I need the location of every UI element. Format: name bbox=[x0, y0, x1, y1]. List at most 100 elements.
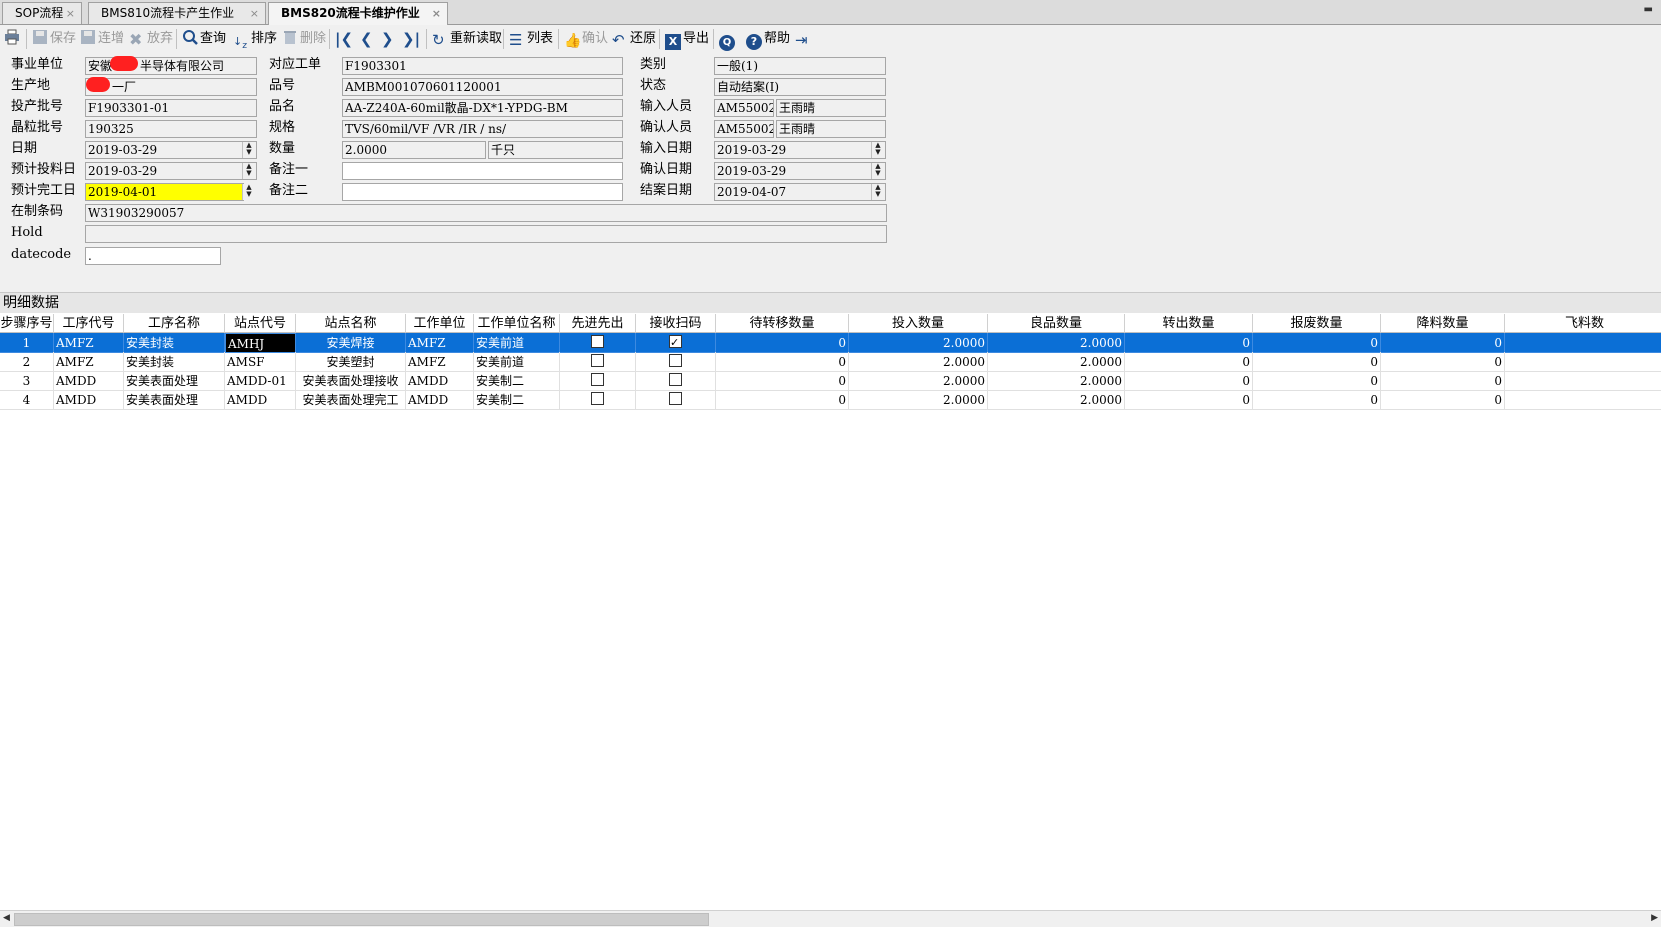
cell-proc-code[interactable]: AMFZ bbox=[54, 352, 124, 372]
datecode-input[interactable]: . bbox=[85, 247, 221, 265]
confirm-button[interactable]: 👍确认 bbox=[564, 29, 608, 49]
exit-button[interactable]: ⇥ bbox=[795, 29, 813, 49]
cell-scrap[interactable]: 0 bbox=[1253, 352, 1381, 372]
cell-scrap[interactable]: 0 bbox=[1253, 371, 1381, 391]
header-col-scan[interactable]: 接收扫码 bbox=[636, 314, 716, 333]
cell-proc-name[interactable]: 安美封装 bbox=[124, 352, 225, 372]
last-record-button[interactable]: ❯| bbox=[402, 29, 420, 49]
table-row[interactable]: 4 AMDD 安美表面处理 AMDD 安美表面处理完工 AMDD 安美制二 0 2.0000 2.… bbox=[0, 390, 1661, 410]
cell-unit[interactable]: AMFZ bbox=[406, 333, 474, 353]
cell-out[interactable]: 0 bbox=[1125, 333, 1253, 353]
header-col-out[interactable]: 转出数量 bbox=[1125, 314, 1253, 333]
cell-step[interactable]: 3 bbox=[0, 371, 54, 391]
cell-station-name[interactable]: 安美焊接 bbox=[296, 333, 406, 353]
remark1-input[interactable] bbox=[342, 162, 623, 180]
cell-out[interactable]: 0 bbox=[1125, 390, 1253, 410]
cell-station-name[interactable]: 安美塑封 bbox=[296, 352, 406, 372]
hold-field[interactable] bbox=[85, 225, 887, 243]
add-button[interactable]: 连增 bbox=[80, 29, 124, 49]
plan-finish-spinner[interactable]: ▲ ▼ bbox=[242, 184, 255, 200]
input-date-spinner[interactable]: ▲ ▼ bbox=[871, 142, 884, 158]
cell-good[interactable]: 2.0000 bbox=[988, 333, 1125, 353]
date-spinner[interactable]: ▲ ▼ bbox=[242, 142, 255, 158]
cell-station-code[interactable]: AMDD bbox=[225, 390, 296, 410]
restore-button[interactable]: ↶ 还原 bbox=[612, 29, 656, 49]
cell-input[interactable]: 2.0000 bbox=[849, 371, 988, 391]
cell-pending[interactable]: 0 bbox=[716, 390, 849, 410]
header-col-proc-code[interactable]: 工序代号 bbox=[54, 314, 124, 333]
scan-checkbox[interactable] bbox=[669, 392, 682, 405]
cell-proc-code[interactable]: AMDD bbox=[54, 371, 124, 391]
cell-pending[interactable]: 0 bbox=[716, 352, 849, 372]
wip-code-field[interactable]: W31903290057 bbox=[85, 204, 887, 222]
cell-scrap[interactable]: 0 bbox=[1253, 390, 1381, 410]
remark2-input[interactable] bbox=[342, 183, 623, 201]
cell-good[interactable]: 2.0000 bbox=[988, 352, 1125, 372]
cell-down[interactable]: 0 bbox=[1381, 390, 1505, 410]
header-col-station-code[interactable]: 站点代号 bbox=[225, 314, 296, 333]
close-icon[interactable]: × bbox=[66, 3, 75, 24]
cell-unit-name[interactable]: 安美制二 bbox=[474, 371, 560, 391]
tab-bms810[interactable]: BMS810流程卡产生作业 × bbox=[88, 2, 266, 24]
cell-step[interactable]: 2 bbox=[0, 352, 54, 372]
cell-station-code[interactable]: AMHJ bbox=[225, 333, 296, 353]
list-button[interactable]: ☰ 列表 bbox=[509, 29, 553, 49]
reload-button[interactable]: ↻ 重新读取 bbox=[432, 29, 502, 49]
next-record-button[interactable]: ❯ bbox=[381, 29, 394, 49]
header-col-scrap[interactable]: 报废数量 bbox=[1253, 314, 1381, 333]
fifo-checkbox[interactable] bbox=[591, 373, 604, 386]
cell-input[interactable]: 2.0000 bbox=[849, 390, 988, 410]
header-col-unit[interactable]: 工作单位 bbox=[406, 314, 474, 333]
sort-button[interactable]: ↓z 排序 bbox=[233, 29, 277, 50]
table-row[interactable]: 3 AMDD 安美表面处理 AMDD-01 安美表面处理接收 AMDD 安美制二 0 2.000… bbox=[0, 371, 1661, 391]
confirm-user-id-field[interactable]: AM55002 bbox=[714, 120, 774, 138]
cell-out[interactable]: 0 bbox=[1125, 352, 1253, 372]
close-icon[interactable]: × bbox=[432, 3, 441, 24]
scan-checkbox[interactable] bbox=[669, 354, 682, 367]
scroll-right-icon[interactable]: ▶ bbox=[1651, 913, 1658, 923]
header-col-fly[interactable]: 飞料数 bbox=[1505, 314, 1661, 333]
help-button[interactable]: ? 帮助 bbox=[746, 29, 790, 50]
input-user-name-field[interactable]: 王雨晴 bbox=[776, 99, 886, 117]
cell-step[interactable]: 4 bbox=[0, 390, 54, 410]
confirm-date-field[interactable]: 2019-03-29 bbox=[714, 162, 886, 180]
header-col-down[interactable]: 降料数量 bbox=[1381, 314, 1505, 333]
discard-button[interactable]: ✖ 放弃 bbox=[129, 29, 173, 49]
lot-field[interactable]: F1903301-01 bbox=[85, 99, 257, 117]
cell-proc-code[interactable]: AMDD bbox=[54, 390, 124, 410]
category-field[interactable]: 一般(1) bbox=[714, 57, 886, 75]
fifo-checkbox[interactable] bbox=[591, 335, 604, 348]
fifo-checkbox[interactable] bbox=[591, 354, 604, 367]
cell-down[interactable]: 0 bbox=[1381, 352, 1505, 372]
tab-bms820[interactable]: BMS820流程卡维护作业 × bbox=[268, 2, 448, 25]
cell-unit[interactable]: AMDD bbox=[406, 371, 474, 391]
header-col-unit-name[interactable]: 工作单位名称 bbox=[474, 314, 560, 333]
cell-proc-code[interactable]: AMFZ bbox=[54, 333, 124, 353]
cell-good[interactable]: 2.0000 bbox=[988, 371, 1125, 391]
work-order-field[interactable]: F1903301 bbox=[342, 57, 623, 75]
plan-input-date-field[interactable]: 2019-03-29 bbox=[85, 162, 257, 180]
cell-down[interactable]: 0 bbox=[1381, 333, 1505, 353]
header-col-step[interactable]: 步骤序号 bbox=[0, 314, 54, 333]
cell-fly[interactable] bbox=[1505, 333, 1661, 353]
about-button[interactable]: Q bbox=[719, 29, 737, 51]
table-row[interactable]: 1AMFZ安美封装AMHJ安美焊接AMFZ安美前道02.00002.000000… bbox=[0, 333, 1661, 353]
export-button[interactable]: X 导出 bbox=[665, 29, 709, 50]
cell-down[interactable]: 0 bbox=[1381, 371, 1505, 391]
header-col-proc-name[interactable]: 工序名称 bbox=[124, 314, 225, 333]
date-field[interactable]: 2019-03-29 bbox=[85, 141, 257, 159]
confirm-date-spinner[interactable]: ▲ ▼ bbox=[871, 163, 884, 179]
cell-out[interactable]: 0 bbox=[1125, 371, 1253, 391]
status-field[interactable]: 自动结案(I) bbox=[714, 78, 886, 96]
cell-input[interactable]: 2.0000 bbox=[849, 352, 988, 372]
cell-proc-name[interactable]: 安美封装 bbox=[124, 333, 225, 353]
close-date-spinner[interactable]: ▲ ▼ bbox=[871, 184, 884, 200]
header-col-pending[interactable]: 待转移数量 bbox=[716, 314, 849, 333]
plan-input-spinner[interactable]: ▲ ▼ bbox=[242, 163, 255, 179]
scan-checkbox[interactable] bbox=[669, 373, 682, 386]
tab-sop[interactable]: SOP流程 × bbox=[2, 2, 82, 24]
scroll-left-icon[interactable]: ◀ bbox=[3, 913, 10, 923]
cell-unit-name[interactable]: 安美前道 bbox=[474, 333, 560, 353]
cell-pending[interactable]: 0 bbox=[716, 371, 849, 391]
cell-input[interactable]: 2.0000 bbox=[849, 333, 988, 353]
